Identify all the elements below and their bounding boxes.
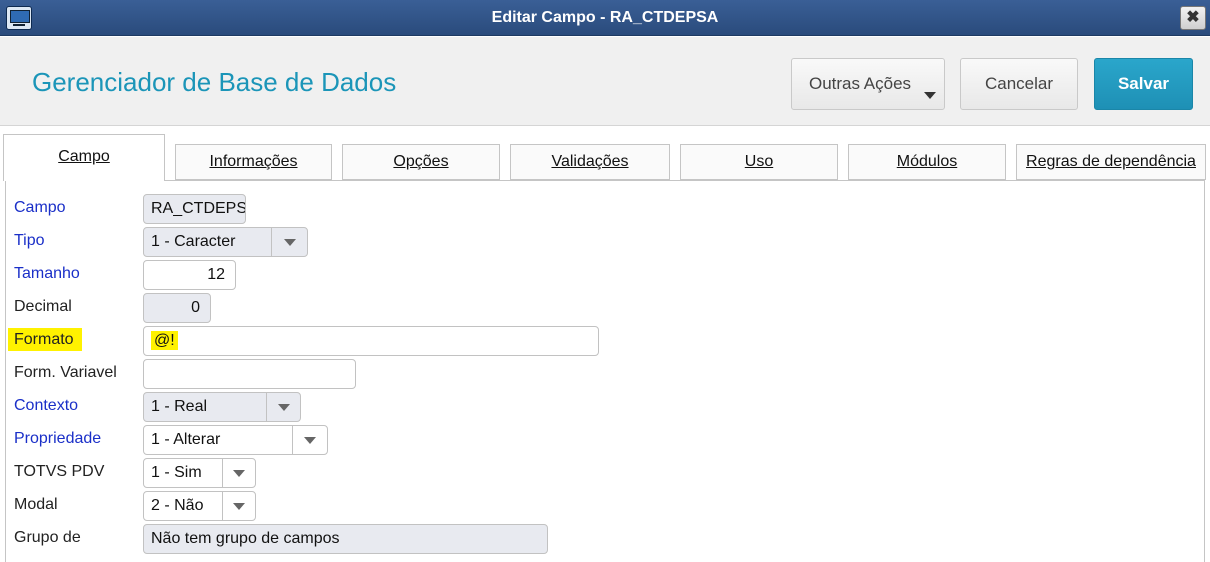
- chevron-down-icon[interactable]: [292, 426, 327, 454]
- tab-regras-dependencia[interactable]: Regras de dependência: [1016, 144, 1206, 180]
- contexto-select[interactable]: 1 - Real: [143, 392, 301, 422]
- campo-label: Campo: [14, 199, 66, 216]
- formato-field[interactable]: @!: [143, 326, 599, 356]
- tamanho-label: Tamanho: [14, 265, 80, 282]
- tab-uso[interactable]: Uso: [680, 144, 838, 180]
- tamanho-field[interactable]: 12: [143, 260, 236, 290]
- totvs-pdv-value: 1 - Sim: [151, 464, 202, 481]
- tab-informacoes[interactable]: Informações: [175, 144, 332, 180]
- outras-acoes-button[interactable]: Outras Ações: [791, 58, 945, 110]
- form-variavel-field[interactable]: [143, 359, 356, 389]
- chevron-down-icon[interactable]: [271, 228, 307, 256]
- campo-field[interactable]: RA_CTDEPSA: [143, 194, 246, 224]
- formato-label: Formato: [8, 328, 82, 351]
- tab-validacoes[interactable]: Validações: [510, 144, 670, 180]
- chevron-down-icon[interactable]: [222, 459, 255, 487]
- decimal-label: Decimal: [14, 298, 72, 315]
- chevron-down-icon[interactable]: [266, 393, 300, 421]
- formato-label-text: Formato: [8, 328, 82, 351]
- save-button[interactable]: Salvar: [1094, 58, 1193, 110]
- cancel-button[interactable]: Cancelar: [960, 58, 1078, 110]
- totvs-pdv-label: TOTVS PDV: [14, 463, 105, 480]
- outras-acoes-label: Outras Ações: [808, 74, 912, 93]
- close-icon[interactable]: ✖: [1180, 6, 1206, 30]
- tab-campo[interactable]: Campo: [3, 134, 165, 181]
- grupo-field[interactable]: Não tem grupo de campos: [143, 524, 548, 554]
- propriedade-select[interactable]: 1 - Alterar: [143, 425, 328, 455]
- window-title: Editar Campo - RA_CTDEPSA: [491, 9, 719, 26]
- form-variavel-label: Form. Variavel: [14, 364, 117, 381]
- caret-down-icon: [924, 92, 936, 99]
- contexto-value: 1 - Real: [151, 398, 208, 415]
- totvs-pdv-select[interactable]: 1 - Sim: [143, 458, 256, 488]
- propriedade-value: 1 - Alterar: [151, 431, 221, 448]
- tab-modulos[interactable]: Módulos: [848, 144, 1006, 180]
- page-title: Gerenciador de Base de Dados: [32, 67, 397, 97]
- tab-opcoes[interactable]: Opções: [342, 144, 500, 180]
- tipo-label: Tipo: [14, 232, 45, 249]
- tab-bar: Campo Informações Opções Validações Uso …: [0, 127, 1210, 181]
- propriedade-label: Propriedade: [14, 430, 102, 447]
- tipo-select[interactable]: 1 - Caracter: [143, 227, 308, 257]
- modal-select[interactable]: 2 - Não: [143, 491, 256, 521]
- decimal-field[interactable]: 0: [143, 293, 211, 323]
- page-header: Gerenciador de Base de Dados Outras Açõe…: [0, 37, 1210, 126]
- contexto-label: Contexto: [14, 397, 79, 414]
- tipo-value: 1 - Caracter: [151, 233, 236, 250]
- modal-label: Modal: [14, 496, 58, 513]
- chevron-down-icon[interactable]: [222, 492, 255, 520]
- modal-value: 2 - Não: [151, 497, 204, 514]
- formato-value: @!: [151, 331, 178, 350]
- window-title-bar: Editar Campo - RA_CTDEPSA ✖: [0, 0, 1210, 36]
- grupo-label: Grupo de: [14, 529, 81, 546]
